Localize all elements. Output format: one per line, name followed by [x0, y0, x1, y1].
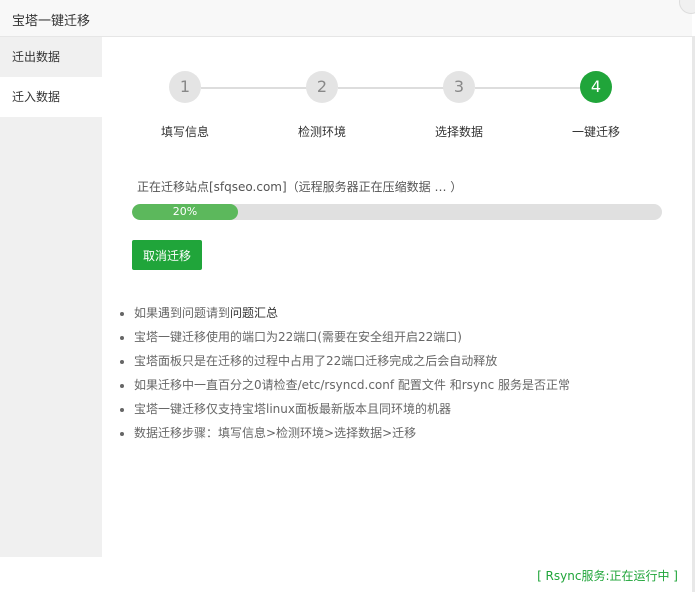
step-4-label: 一键迁移 — [571, 125, 620, 139]
dialog-title: 宝塔一键迁移 — [12, 14, 91, 29]
tip-item: 如果遇到问题请到问题汇总 — [134, 301, 694, 325]
tip-item: 宝塔面板只是在迁移的过程中占用了22端口迁移完成之后会自动释放 — [134, 349, 694, 373]
step-1-circle: 1 — [169, 71, 201, 103]
tip-text: 如果遇到问题请到 — [134, 306, 231, 320]
step-indicator: 1 2 3 4 填写信息 检测环境 选择数据 一键迁移 — [102, 71, 692, 141]
migration-status-text: 正在迁移站点[sfqseo.com]（远程服务器正在压缩数据 … ） — [137, 180, 463, 194]
dialog-footer: [ Rsync服务:正在运行中 ] — [0, 557, 692, 592]
step-connector — [201, 87, 307, 89]
sidebar-item-export[interactable]: 迁出数据 — [0, 37, 102, 77]
step-2-label: 检测环境 — [297, 125, 346, 139]
tips-list: 如果遇到问题请到问题汇总 宝塔一键迁移使用的端口为22端口(需要在安全组开启22… — [116, 301, 694, 445]
progress-bar-fill: 20% — [132, 204, 238, 220]
step-4-circle: 4 — [580, 71, 612, 103]
cancel-migration-button[interactable]: 取消迁移 — [132, 240, 202, 270]
tip-item: 宝塔一键迁移使用的端口为22端口(需要在安全组开启22端口) — [134, 325, 694, 349]
main-panel: 1 2 3 4 填写信息 检测环境 选择数据 一键迁移 正在迁移站点[sfqse… — [102, 37, 692, 557]
tip-item: 如果迁移中一直百分之0请检查/etc/rsyncd.conf 配置文件 和rsy… — [134, 373, 694, 397]
sidebar: 迁出数据 迁入数据 — [0, 37, 102, 557]
progress-percent-label: 20% — [172, 205, 198, 218]
step-3-label: 选择数据 — [434, 125, 483, 139]
tip-item: 数据迁移步骤：填写信息>检测环境>选择数据>迁移 — [134, 421, 694, 445]
tip-item: 宝塔一键迁移仅支持宝塔linux面板最新版本且同环境的机器 — [134, 397, 694, 421]
step-3-circle: 3 — [443, 71, 475, 103]
step-connector — [475, 87, 581, 89]
sidebar-item-import[interactable]: 迁入数据 — [0, 77, 102, 117]
rsync-status: [ Rsync服务:正在运行中 ] — [537, 569, 678, 583]
step-2-circle: 2 — [306, 71, 338, 103]
progress-bar: 20% — [132, 204, 662, 220]
faq-link[interactable]: 问题汇总 — [230, 306, 278, 320]
step-1-label: 填写信息 — [160, 125, 209, 139]
dialog-titlebar: 宝塔一键迁移 — [0, 0, 692, 37]
step-connector — [338, 87, 444, 89]
